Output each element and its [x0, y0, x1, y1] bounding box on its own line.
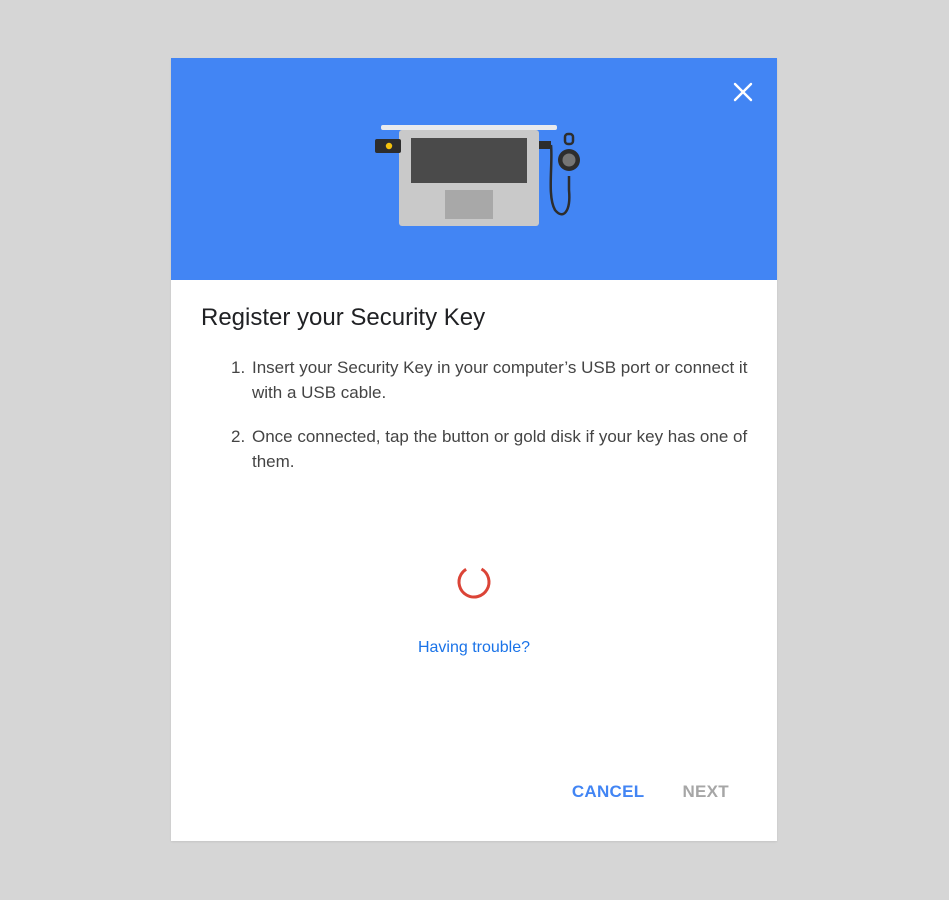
close-icon [733, 82, 753, 102]
laptop-security-key-illustration [375, 125, 580, 226]
having-trouble-link[interactable]: Having trouble? [171, 637, 777, 659]
instruction-step: 1. Insert your Security Key in your comp… [231, 355, 751, 405]
step-number: 2. [231, 427, 246, 446]
step-text: Once connected, tap the button or gold d… [252, 427, 748, 471]
dialog-actions: CANCEL NEXT [572, 780, 729, 804]
instruction-list: 1. Insert your Security Key in your comp… [231, 355, 751, 493]
instruction-step: 2. Once connected, tap the button or gol… [231, 424, 751, 474]
close-button[interactable] [731, 80, 755, 104]
next-button[interactable]: NEXT [682, 780, 729, 804]
step-number: 1. [231, 358, 246, 377]
step-text: Insert your Security Key in your compute… [252, 358, 748, 402]
dialog-banner [171, 58, 777, 280]
dialog-title: Register your Security Key [201, 304, 486, 331]
security-key-dialog: Register your Security Key 1. Insert you… [171, 58, 777, 841]
loading-spinner-icon [457, 565, 491, 599]
cancel-button[interactable]: CANCEL [572, 780, 645, 804]
